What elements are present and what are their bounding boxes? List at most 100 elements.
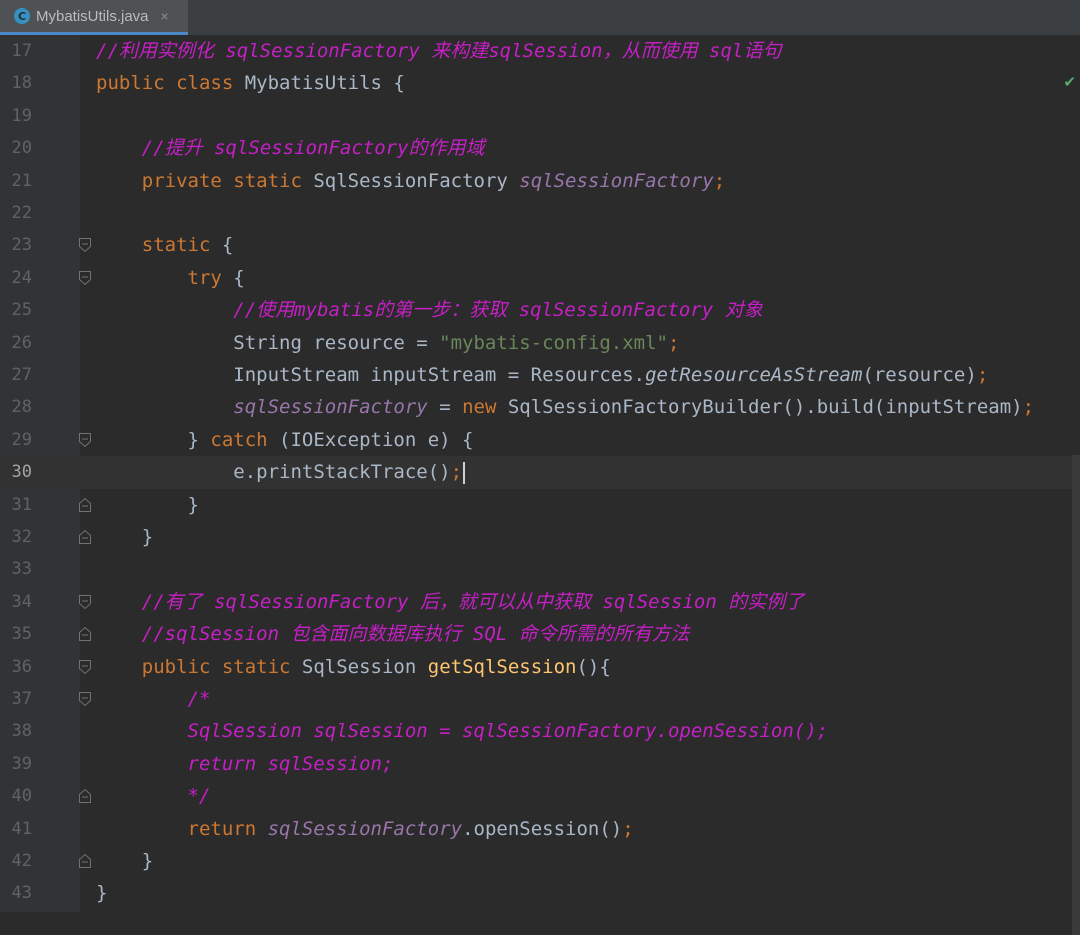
line-number: 37 — [11, 689, 32, 709]
fold-end-icon[interactable] — [78, 788, 92, 804]
code-token: public static — [141, 655, 302, 678]
code-line[interactable]: 27 InputStream inputStream = Resources.g… — [0, 359, 1080, 391]
code-line[interactable]: 42 } — [0, 845, 1080, 877]
code-line[interactable]: 23 static { — [0, 229, 1080, 261]
code-token: //有了 sqlSessionFactory 后，就可以从中获取 sqlSess… — [141, 590, 805, 613]
line-number: 27 — [11, 365, 32, 385]
code-token: ; — [667, 331, 680, 354]
line-number: 38 — [11, 721, 32, 742]
code-line[interactable]: 18 public class MybatisUtils { — [0, 67, 1080, 99]
line-number: 28 — [11, 397, 32, 418]
code-text: } catch (IOException e) { — [96, 424, 474, 456]
code-editor[interactable]: 17 //利用实例化 sqlSessionFactory 来构建sqlSessio… — [0, 35, 1080, 935]
editor-tab-bar: C MybatisUtils.java × — [0, 0, 1080, 36]
code-line[interactable]: 32 } — [0, 521, 1080, 553]
code-line[interactable]: 37 /* — [0, 683, 1080, 715]
code-line[interactable]: 39 return sqlSession; — [0, 748, 1080, 780]
line-number: 32 — [11, 527, 32, 547]
close-icon[interactable]: × — [161, 8, 169, 24]
code-token: sqlSessionFactory — [233, 396, 428, 419]
line-number: 26 — [11, 332, 32, 353]
code-line[interactable]: 28 sqlSessionFactory = new SqlSessionFac… — [0, 391, 1080, 423]
code-text: */ — [96, 780, 211, 812]
code-token: = — [427, 396, 463, 419]
code-token: } — [96, 428, 211, 451]
fold-end-icon[interactable] — [78, 497, 92, 513]
code-token: InputStream inputStream = Resources. — [96, 364, 646, 386]
line-number: 41 — [11, 818, 32, 839]
code-line[interactable]: 25 //使用mybatis的第一步：获取 sqlSessionFactory … — [0, 294, 1080, 326]
code-line[interactable]: 24 try { — [0, 262, 1080, 294]
line-number: 21 — [11, 170, 32, 191]
code-token: SqlSessionFactoryBuilder().build(inputSt… — [507, 396, 1023, 419]
code-token: getSqlSession — [427, 655, 577, 678]
code-line[interactable]: 19 — [0, 100, 1080, 132]
code-line[interactable]: 40 */ — [0, 780, 1080, 812]
line-number: 17 — [11, 41, 32, 61]
code-text: //提升 sqlSessionFactory的作用域 — [96, 132, 485, 164]
code-line[interactable]: 21 private static SqlSessionFactory sqlS… — [0, 165, 1080, 197]
code-token: (IOException e) { — [279, 428, 474, 451]
code-text: return sqlSessionFactory.openSession(); — [96, 813, 634, 845]
code-token: catch — [210, 428, 280, 451]
code-line[interactable]: 35 //sqlSession 包含面向数据库执行 SQL 命令所需的所有方法 — [0, 618, 1080, 650]
line-number: 33 — [11, 559, 32, 580]
tab-mybatisutils[interactable]: C MybatisUtils.java × — [0, 0, 188, 35]
code-text: //利用实例化 sqlSessionFactory 来构建sqlSession，… — [96, 35, 781, 67]
code-token: (){ — [576, 655, 611, 678]
code-token: //sqlSession 包含面向数据库执行 SQL 命令所需的所有方法 — [141, 623, 690, 646]
line-number: 30 — [11, 462, 32, 483]
fold-end-icon[interactable] — [78, 626, 92, 642]
code-line[interactable]: 34 //有了 sqlSessionFactory 后，就可以从中获取 sqlS… — [0, 586, 1080, 618]
code-line[interactable]: 36 public static SqlSession getSqlSessio… — [0, 651, 1080, 683]
code-line[interactable]: 33 — [0, 553, 1080, 585]
code-line[interactable]: 22 — [0, 197, 1080, 229]
line-number: 35 — [11, 624, 32, 645]
code-line[interactable]: 30 e.printStackTrace(); — [0, 456, 1080, 489]
line-number: 31 — [11, 494, 32, 515]
code-token: { — [233, 266, 245, 289]
code-line[interactable]: 17 //利用实例化 sqlSessionFactory 来构建sqlSessio… — [0, 35, 1080, 67]
scrollbar[interactable] — [1072, 455, 1080, 935]
line-number: 24 — [11, 267, 32, 288]
code-text: } — [96, 877, 107, 909]
fold-start-icon[interactable] — [78, 270, 92, 286]
line-number: 42 — [11, 851, 32, 871]
code-line[interactable]: 31 } — [0, 489, 1080, 521]
code-token: SqlSessionFactory — [313, 169, 520, 192]
fold-start-icon[interactable] — [78, 432, 92, 448]
code-line[interactable]: 29 } catch (IOException e) { — [0, 424, 1080, 456]
fold-start-icon[interactable] — [78, 594, 92, 610]
code-line[interactable]: 38 SqlSession sqlSession = sqlSessionFac… — [0, 715, 1080, 747]
fold-start-icon[interactable] — [78, 237, 92, 253]
code-token: //利用实例化 sqlSessionFactory 来构建sqlSession，… — [96, 40, 782, 62]
fold-start-icon[interactable] — [78, 691, 92, 707]
inspection-ok-icon[interactable]: ✔ — [1063, 73, 1076, 91]
code-token: getResourceAsStream — [645, 364, 863, 386]
fold-end-icon[interactable] — [78, 529, 92, 545]
code-line[interactable]: 41 return sqlSessionFactory.openSession(… — [0, 813, 1080, 845]
code-line[interactable]: 20 //提升 sqlSessionFactory的作用域 — [0, 132, 1080, 164]
code-token: SqlSession — [301, 655, 428, 678]
code-token: String resource = — [96, 331, 440, 354]
code-token: new — [462, 396, 508, 419]
line-number: 40 — [11, 786, 32, 807]
code-token: return — [187, 817, 268, 840]
code-token: sqlSessionFactory — [519, 169, 714, 192]
code-text: } — [96, 489, 199, 521]
code-line[interactable]: 43} — [0, 877, 1080, 909]
fold-end-icon[interactable] — [78, 853, 92, 869]
code-line[interactable]: 26 String resource = "mybatis-config.xml… — [0, 327, 1080, 359]
line-number: 36 — [11, 656, 32, 677]
code-text: public static SqlSession getSqlSession()… — [96, 651, 611, 683]
line-number: 29 — [11, 429, 32, 450]
fold-start-icon[interactable] — [78, 659, 92, 675]
